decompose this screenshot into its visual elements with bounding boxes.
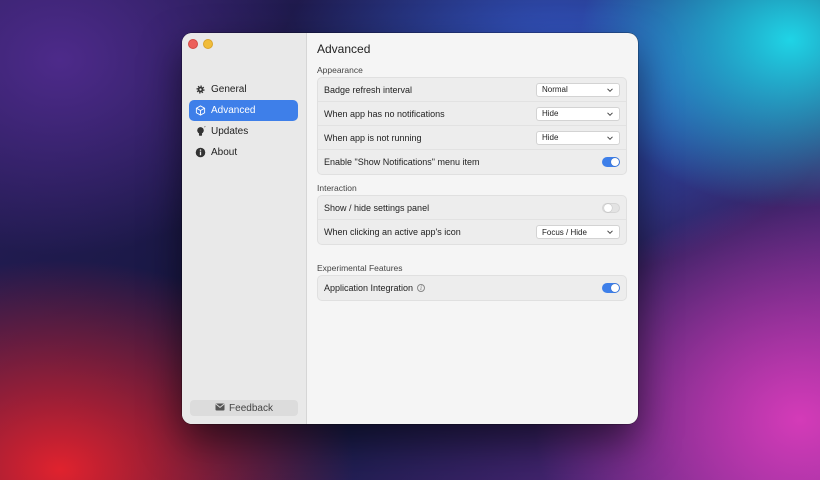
row-label: Show / hide settings panel [324, 202, 430, 213]
info-circle-icon[interactable]: i [417, 284, 426, 292]
sidebar-item-about[interactable]: About [189, 142, 298, 163]
toggle-knob [611, 284, 619, 292]
badge-refresh-row: Badge refresh interval Normal [318, 78, 626, 102]
section-label-interaction: Interaction [317, 183, 357, 193]
row-label: When app is not running [324, 132, 422, 143]
minimize-button[interactable] [203, 39, 213, 49]
toggle-knob [611, 158, 619, 166]
lightbulb-icon [195, 126, 206, 137]
not-running-row: When app is not running Hide [318, 126, 626, 150]
sidebar-item-label: Updates [211, 126, 249, 137]
info-icon [195, 147, 206, 158]
row-label: When clicking an active app's icon [324, 227, 461, 237]
section-label-experimental: Experimental Features [317, 263, 403, 273]
show-notifications-menu-toggle[interactable] [602, 157, 620, 167]
chevron-down-icon [607, 111, 613, 116]
settings-panel-toggle[interactable] [602, 202, 620, 213]
active-app-click-row: When clicking an active app's icon Focus… [318, 220, 626, 244]
chevron-down-icon [607, 87, 613, 92]
feedback-label: Feedback [229, 402, 273, 414]
envelope-icon [215, 403, 225, 414]
row-label: Badge refresh interval [324, 84, 413, 95]
toggle-knob [604, 204, 612, 212]
main-content: Advanced Appearance Badge refresh interv… [307, 33, 638, 424]
experimental-group: Application Integration i [317, 275, 627, 301]
sidebar: General Advanced Updates About Feedback [182, 33, 307, 424]
row-label: Application Integration [324, 283, 414, 293]
no-notifications-select[interactable]: Hide [536, 106, 620, 121]
show-notifications-menu-row: Enable "Show Notifications" menu item [318, 150, 626, 174]
select-value: Hide [542, 109, 559, 118]
section-label-appearance: Appearance [317, 65, 363, 75]
chevron-down-icon [607, 230, 613, 235]
chevron-down-icon [607, 135, 613, 140]
gear-icon [195, 84, 206, 95]
sidebar-item-advanced[interactable]: Advanced [189, 100, 298, 121]
sidebar-item-updates[interactable]: Updates [189, 121, 298, 142]
not-running-select[interactable]: Hide [536, 130, 620, 145]
close-button[interactable] [188, 39, 198, 49]
active-app-click-select[interactable]: Focus / Hide [536, 225, 620, 239]
row-label: Enable "Show Notifications" menu item [324, 157, 480, 167]
sidebar-nav: General Advanced Updates About [189, 79, 298, 163]
page-title: Advanced [317, 42, 371, 56]
window-controls [188, 39, 213, 49]
settings-window: General Advanced Updates About Feedback … [182, 33, 638, 424]
sidebar-item-general[interactable]: General [189, 79, 298, 100]
interaction-group: Show / hide settings panel When clicking… [317, 195, 627, 245]
select-value: Focus / Hide [542, 227, 587, 237]
select-value: Normal [542, 85, 568, 94]
select-value: Hide [542, 133, 559, 142]
row-label: When app has no notifications [324, 108, 445, 119]
row-label-wrap: Application Integration i [324, 283, 426, 293]
sidebar-item-label: About [211, 147, 238, 158]
appearance-group: Badge refresh interval Normal When app h… [317, 77, 627, 175]
application-integration-toggle[interactable] [602, 283, 620, 293]
settings-panel-row: Show / hide settings panel [318, 196, 626, 220]
sidebar-item-label: General [211, 84, 247, 95]
sidebar-item-label: Advanced [211, 105, 256, 116]
no-notifications-row: When app has no notifications Hide [318, 102, 626, 126]
application-integration-row: Application Integration i [318, 276, 626, 300]
cube-icon [195, 105, 206, 116]
badge-refresh-select[interactable]: Normal [536, 82, 620, 97]
feedback-button[interactable]: Feedback [190, 400, 298, 416]
